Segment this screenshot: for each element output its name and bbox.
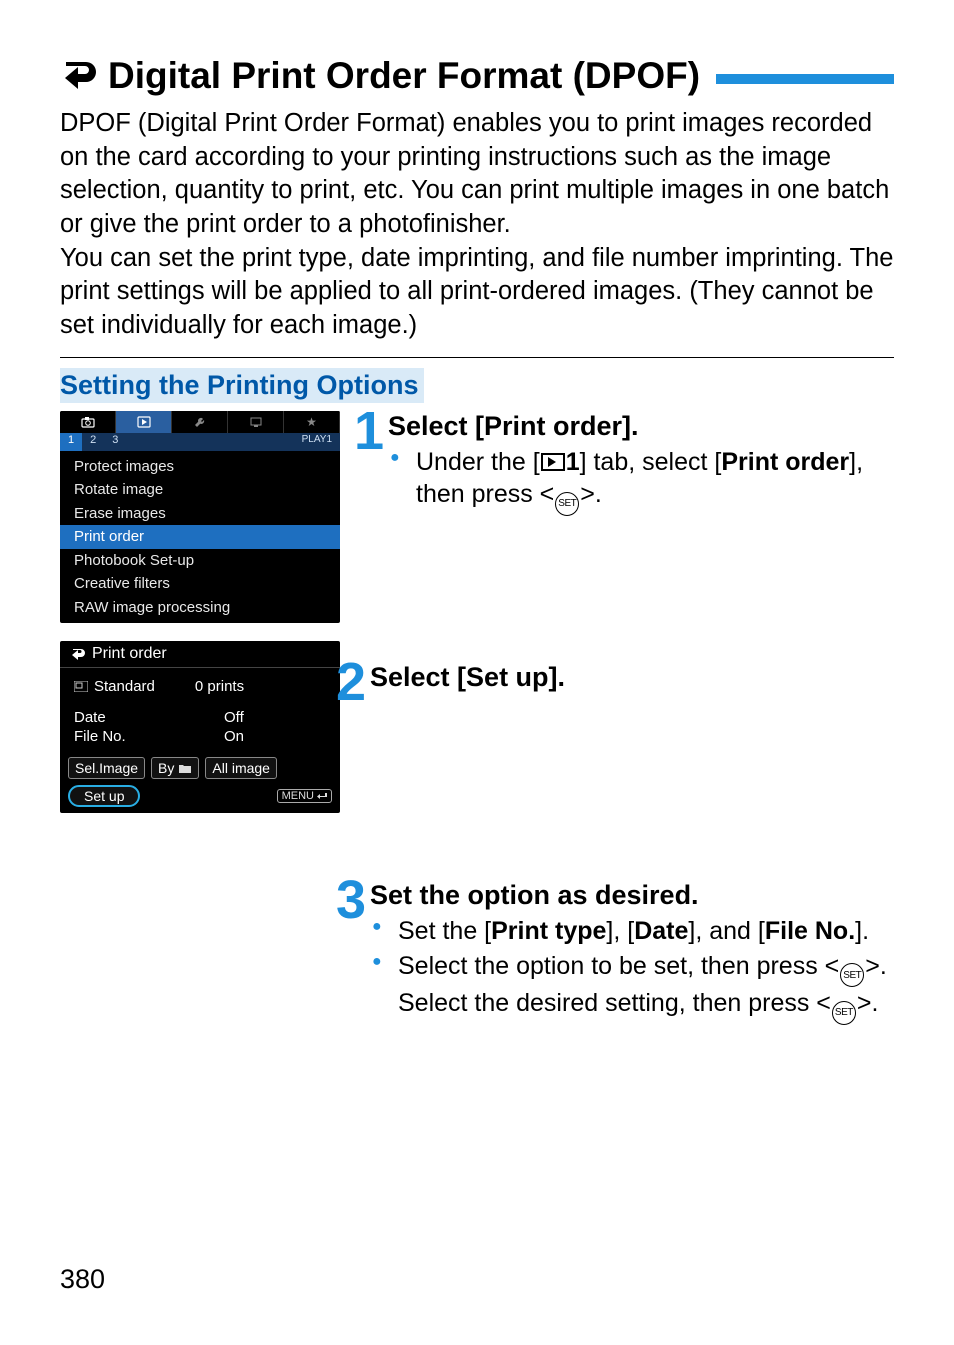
menu-item[interactable]: Photobook Set-up	[60, 549, 340, 573]
step-3: 3 Set the option as desired. Set the [Pr…	[332, 880, 894, 1027]
tab-display-icon	[228, 411, 284, 433]
thumbnail-icon	[74, 681, 88, 692]
menu-sub-tabs: 1 2 3 PLAY1	[60, 433, 340, 451]
print-order-screen: Print order Standard 0 prints Date Off Fi…	[60, 641, 340, 813]
title-accent-bar	[716, 74, 894, 84]
step-1: 1 Select [Print order]. Under the [1] ta…	[350, 411, 894, 518]
tab-playback-icon	[116, 411, 172, 433]
menu-item[interactable]: Erase images	[60, 502, 340, 526]
menu-item[interactable]: Rotate image	[60, 478, 340, 502]
step-3-bullet-2: Select the option to be set, then press …	[370, 950, 894, 1025]
page-title: Digital Print Order Format (DPOF)	[108, 55, 700, 97]
print-order-title-row: Print order	[60, 641, 340, 668]
menu-item[interactable]: Print order	[60, 525, 340, 549]
sub-tab-label: PLAY1	[294, 433, 340, 451]
step-title: Select [Print order].	[388, 411, 894, 442]
menu-item[interactable]: Creative filters	[60, 572, 340, 596]
intro-paragraph: DPOF (Digital Print Order Format) enable…	[60, 107, 894, 343]
print-arrow-icon	[60, 58, 98, 94]
menu-item[interactable]: RAW image processing	[60, 596, 340, 620]
by-folder-button[interactable]: By	[151, 757, 199, 779]
return-icon	[317, 792, 327, 800]
page-number: 380	[60, 1264, 105, 1295]
menu-item[interactable]: Protect images	[60, 455, 340, 479]
print-order-title: Print order	[92, 645, 167, 663]
date-label: Date	[74, 709, 174, 726]
fileno-label: File No.	[74, 728, 174, 745]
fileno-value: On	[224, 728, 244, 745]
set-button-icon: SET	[555, 492, 579, 516]
menu-return-button[interactable]: MENU	[277, 789, 332, 803]
step-number: 3	[332, 876, 370, 925]
step-3-bullet-1: Set the [Print type], [Date], and [File …	[370, 915, 894, 948]
sub-tab-2: 2	[82, 433, 104, 451]
all-image-button[interactable]: All image	[205, 757, 277, 779]
divider	[60, 357, 894, 358]
playback-tab-icon	[541, 453, 565, 471]
sub-tab-1: 1	[60, 433, 82, 451]
section-title: Setting the Printing Options	[60, 368, 424, 403]
sel-image-button[interactable]: Sel.Image	[68, 757, 145, 779]
set-button-icon: SET	[840, 963, 864, 987]
print-arrow-icon	[70, 647, 86, 661]
step-1-bullet-1: Under the [1] tab, select [Print order],…	[388, 446, 894, 516]
tab-camera-icon	[60, 411, 116, 433]
folder-icon	[178, 763, 192, 773]
step-2: 2 Select [Set up].	[332, 662, 894, 707]
sub-tab-3: 3	[104, 433, 126, 451]
prints-count: 0 prints	[195, 678, 244, 695]
tab-wrench-icon	[172, 411, 228, 433]
setup-button[interactable]: Set up	[68, 785, 140, 807]
tab-star-icon: ★	[284, 411, 340, 433]
step-title: Set the option as desired.	[370, 880, 894, 911]
set-button-icon: SET	[832, 1001, 856, 1025]
menu-tab-strip: ★	[60, 411, 340, 433]
print-type-row: Standard	[74, 678, 155, 695]
camera-menu-screen: ★ 1 2 3 PLAY1 Protect imagesRotate image…	[60, 411, 340, 624]
step-title: Select [Set up].	[370, 662, 894, 693]
menu-items-list: Protect imagesRotate imageErase imagesPr…	[60, 451, 340, 624]
page-title-row: Digital Print Order Format (DPOF)	[60, 55, 894, 97]
step-number: 1	[350, 407, 388, 456]
step-number: 2	[332, 658, 370, 707]
date-value: Off	[224, 709, 244, 726]
